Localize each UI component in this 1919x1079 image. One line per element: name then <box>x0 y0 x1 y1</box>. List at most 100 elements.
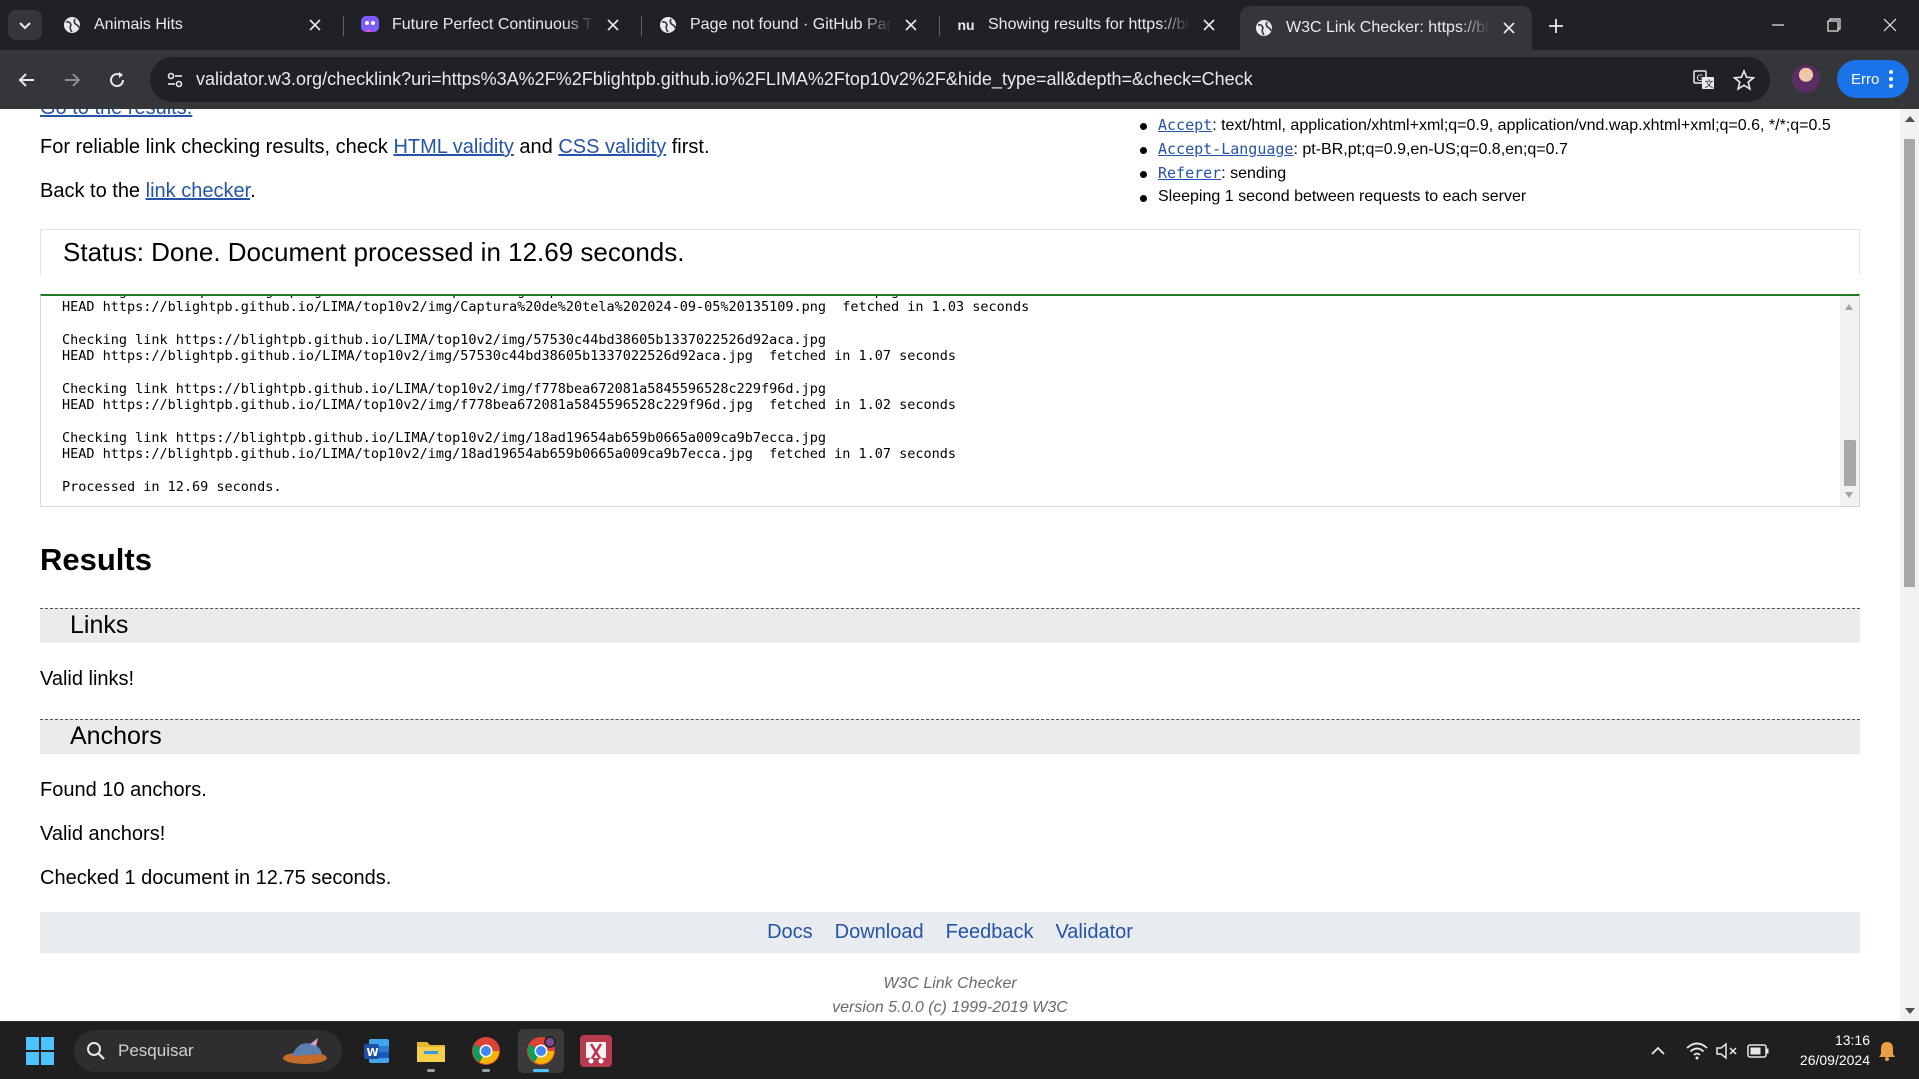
show-hidden-icons-button[interactable] <box>1645 1022 1671 1079</box>
restore-icon <box>1827 18 1841 32</box>
taskbar-chrome[interactable] <box>463 1029 509 1073</box>
taskbar-snipping-tool[interactable] <box>573 1029 619 1073</box>
back-button[interactable] <box>10 63 44 97</box>
tab-title: W3C Link Checker: https://blightpb <box>1286 19 1490 36</box>
tab-separator <box>343 16 344 36</box>
new-tab-button[interactable] <box>1540 10 1572 42</box>
progress-log-text: Checking link https://blightpb.github.io… <box>62 296 1030 495</box>
arrow-left-icon <box>18 73 34 87</box>
site-info-icon[interactable] <box>160 65 190 95</box>
tab-w3c-link-checker[interactable]: W3C Link Checker: https://blightpb <box>1240 6 1532 50</box>
footer-link-docs[interactable]: Docs <box>767 921 813 944</box>
wifi-icon <box>1686 1042 1708 1060</box>
footer-link-feedback[interactable]: Feedback <box>946 921 1034 944</box>
taskbar-file-explorer[interactable] <box>408 1029 454 1073</box>
option-value: : pt-BR,pt;q=0.9,en-US;q=0.8,en;q=0.7 <box>1293 141 1568 158</box>
option-sleeping: Sleeping 1 second between requests to ea… <box>1140 188 1527 206</box>
profile-label: Erro <box>1851 70 1880 88</box>
back-to-link-checker: Back to the link checker. <box>40 180 256 203</box>
chevron-up-icon <box>1651 1046 1665 1055</box>
anchors-heading: Anchors <box>70 722 162 750</box>
scroll-down-arrow-icon[interactable] <box>1905 1008 1915 1014</box>
scrollbar-thumb[interactable] <box>1904 139 1915 587</box>
url-text[interactable]: validator.w3.org/checklink?uri=https%3A%… <box>196 69 1253 90</box>
checked-summary: Checked 1 document in 12.75 seconds. <box>40 867 392 889</box>
reload-button[interactable] <box>100 63 134 97</box>
taskbar-chrome-profile[interactable] <box>518 1029 564 1073</box>
chrome-profile-icon <box>527 1036 556 1065</box>
taskbar-clock[interactable]: 13:16 26/09/2024 <box>1770 1030 1870 1070</box>
status-text: Status: Done. Document processed in 12.6… <box>63 237 685 267</box>
notifications-button[interactable] <box>1874 1022 1900 1079</box>
taskbar-search[interactable]: Pesquisar <box>74 1030 342 1072</box>
css-validity-link[interactable]: CSS validity <box>558 136 666 158</box>
running-indicator <box>427 1069 435 1072</box>
close-icon[interactable] <box>304 14 326 36</box>
status-box: Status: Done. Document processed in 12.6… <box>40 229 1860 275</box>
option-key[interactable]: Accept-Language <box>1158 140 1293 158</box>
battery-status[interactable] <box>1744 1022 1772 1079</box>
clock-date: 26/09/2024 <box>1799 1052 1870 1068</box>
close-icon[interactable] <box>900 14 922 36</box>
anchors-result: Valid anchors! <box>40 823 166 845</box>
bookmark-star-icon[interactable] <box>1730 66 1758 94</box>
minimize-button[interactable] <box>1750 0 1806 50</box>
html-validity-link[interactable]: HTML validity <box>393 136 513 158</box>
profile-menu-button[interactable]: Erro <box>1837 60 1909 98</box>
file-explorer-icon <box>417 1042 445 1062</box>
close-icon[interactable] <box>1198 14 1220 36</box>
scroll-up-arrow-icon[interactable] <box>1845 304 1853 310</box>
minimize-icon <box>1772 24 1784 26</box>
page-scrollbar[interactable] <box>1900 109 1919 1021</box>
close-window-button[interactable] <box>1862 0 1918 50</box>
wifi-status[interactable] <box>1684 1022 1710 1079</box>
option-value: : sending <box>1221 165 1287 182</box>
option-value: Sleeping 1 second between requests to ea… <box>1158 188 1527 205</box>
svg-text:文: 文 <box>1705 78 1714 90</box>
globe-icon <box>1254 18 1274 38</box>
search-placeholder: Pesquisar <box>118 1041 194 1060</box>
scroll-down-arrow-icon[interactable] <box>1845 492 1853 498</box>
option-key[interactable]: Referer <box>1158 164 1221 182</box>
battery-icon <box>1747 1044 1769 1058</box>
tab-separator <box>641 16 642 36</box>
volume-status[interactable] <box>1714 1022 1740 1079</box>
footer-nav: Docs Download Feedback Validator <box>40 912 1860 953</box>
taskbar-word[interactable]: W <box>354 1029 400 1073</box>
start-button[interactable] <box>17 1029 63 1073</box>
search-icon <box>87 1042 105 1060</box>
tab-search-button[interactable] <box>8 10 42 40</box>
translate-icon[interactable]: G文 <box>1690 66 1718 94</box>
footer-link-download[interactable]: Download <box>835 921 924 944</box>
option-accept: Accept: text/html, application/xhtml+xml… <box>1140 116 1831 135</box>
scrollbar-thumb[interactable] <box>1844 440 1856 486</box>
go-to-results-text: Go to the results. <box>40 109 192 120</box>
arrow-right-icon <box>65 73 81 87</box>
tab-page-not-found[interactable]: Page not found · GitHub Pages <box>644 6 934 44</box>
close-icon[interactable] <box>1498 17 1520 39</box>
footer-link-validator[interactable]: Validator <box>1055 921 1132 944</box>
running-indicator <box>482 1069 490 1072</box>
tab-animais-hits[interactable]: Animais Hits <box>48 6 338 44</box>
option-value: : text/html, application/xhtml+xml;q=0.9… <box>1212 117 1831 134</box>
profile-avatar[interactable] <box>1792 65 1820 93</box>
scroll-up-arrow-icon[interactable] <box>1905 116 1915 122</box>
address-bar[interactable]: validator.w3.org/checklink?uri=https%3A%… <box>150 57 1770 102</box>
browser-toolbar: validator.w3.org/checklink?uri=https%3A%… <box>0 50 1919 109</box>
tab-showing-results[interactable]: nu Showing results for https://blightpb <box>942 6 1232 44</box>
close-icon[interactable] <box>602 14 624 36</box>
option-key[interactable]: Accept <box>1158 116 1212 134</box>
tab-title: Animais Hits <box>94 16 183 33</box>
link-checker-link[interactable]: link checker <box>146 180 251 202</box>
globe-icon <box>658 15 678 35</box>
tab-future-perfect[interactable]: Future Perfect Continuous Tense <box>346 6 636 44</box>
progress-scrollbar[interactable] <box>1840 296 1859 506</box>
windows-taskbar: Pesquisar W 13:16 26/09/2024 <box>0 1021 1919 1079</box>
progress-log[interactable]: Checking link https://blightpb.github.io… <box>40 294 1860 507</box>
tab-title: Page not found · GitHub Pages <box>690 16 892 33</box>
restore-button[interactable] <box>1806 0 1862 50</box>
go-to-results-link[interactable]: Go to the results. <box>40 109 192 119</box>
forward-button[interactable] <box>55 63 89 97</box>
signature-version: version 5.0.0 (c) 1999-2019 W3C <box>832 999 1068 1016</box>
word-icon: W <box>364 1039 389 1063</box>
